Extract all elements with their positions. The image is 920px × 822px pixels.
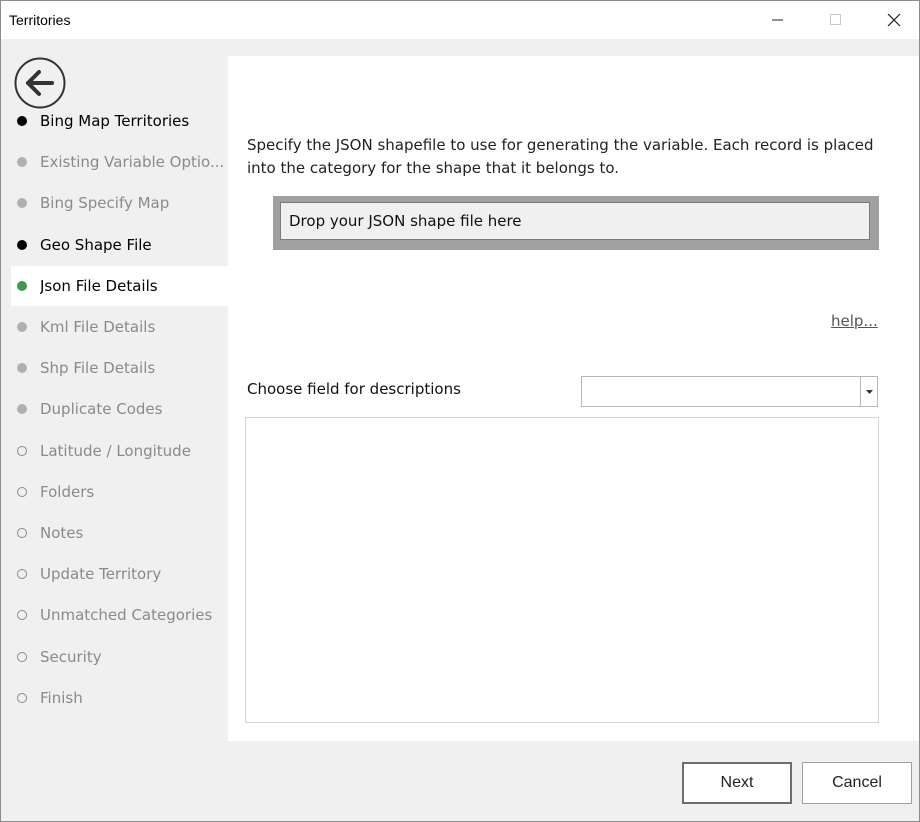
chevron-down-icon [865,389,873,394]
sidebar-step[interactable]: Geo Shape File [11,225,228,265]
step-label: Geo Shape File [40,235,152,254]
step-status-dot [17,198,27,209]
step-label: Existing Variable Optio... [40,153,225,172]
main-panel: Specify the JSON shapefile to use for ge… [228,56,919,741]
sidebar-step[interactable]: Existing Variable Optio... [11,142,228,182]
json-dropzone[interactable]: Drop your JSON shape file here [273,196,879,250]
step-status-dot [17,239,27,250]
sidebar-step[interactable]: Kml File Details [11,307,228,347]
sidebar-step[interactable]: Latitude / Longitude [11,431,228,471]
next-button[interactable]: Next [682,762,792,804]
description-text: Specify the JSON shapefile to use for ge… [247,136,874,177]
sidebar-step[interactable]: Finish [11,678,228,718]
step-status-dot [17,322,27,332]
dropzone-box[interactable]: Drop your JSON shape file here [280,202,870,240]
step-label: Finish [40,688,83,707]
step-label: Bing Specify Map [40,194,170,213]
step-label: Kml File Details [40,318,156,336]
step-status-dot [17,651,27,662]
sidebar-step[interactable]: Update Territory [11,554,228,594]
step-label: Latitude / Longitude [40,441,191,460]
step-label: Update Territory [40,565,162,584]
step-status-dot [17,528,27,538]
step-label: Security [40,647,102,666]
sidebar-step[interactable]: Folders [11,472,228,512]
step-status-dot [17,445,27,456]
step-label: Notes [40,524,84,542]
minimize-button[interactable] [755,1,801,39]
help-link[interactable]: help... [831,312,878,330]
sidebar-step[interactable]: Duplicate Codes [11,389,228,429]
territories-window: Territories Bing Map Territories Existing… [0,0,920,822]
step-status-dot [17,692,27,703]
sidebar-step[interactable]: Unmatched Categories [11,595,228,635]
minimize-icon [772,19,783,21]
description-field-label: Choose field for descriptions [247,380,461,398]
sidebar-step[interactable]: Bing Map Territories [11,101,228,141]
cancel-button[interactable]: Cancel [802,762,912,804]
step-status-dot [17,157,27,168]
maximize-button[interactable] [813,1,859,39]
maximize-icon [830,14,841,25]
step-status-dot [17,116,27,126]
step-status-dot [17,280,27,291]
sidebar-step[interactable]: Json File Details [11,265,228,306]
step-status-dot [17,363,27,374]
dropzone-text: Drop your JSON shape file here [289,212,522,230]
close-icon [887,13,901,27]
step-label: Duplicate Codes [40,400,163,419]
step-label: Unmatched Categories [40,606,213,625]
step-label: Json File Details [40,276,158,295]
sidebar-step[interactable]: Security [11,637,228,677]
step-status-dot [17,610,27,621]
close-button[interactable] [871,1,917,39]
description-field-select[interactable] [581,376,878,407]
step-label: Folders [40,482,95,501]
window-title: Territories [9,12,71,28]
dropdown-button[interactable] [860,377,877,406]
step-status-dot [17,404,27,415]
sidebar-step[interactable]: Bing Specify Map [11,183,228,223]
step-label: Bing Map Territories [40,112,190,130]
sidebar-step[interactable]: Shp File Details [11,348,228,388]
step-label: Shp File Details [40,359,156,378]
step-status-dot [17,486,27,497]
title-bar: Territories [1,1,919,39]
fields-list[interactable] [245,417,879,723]
wizard-steps-sidebar: Bing Map Territories Existing Variable Op… [1,39,228,741]
step-status-dot [17,569,27,580]
sidebar-step[interactable]: Notes [11,513,228,553]
